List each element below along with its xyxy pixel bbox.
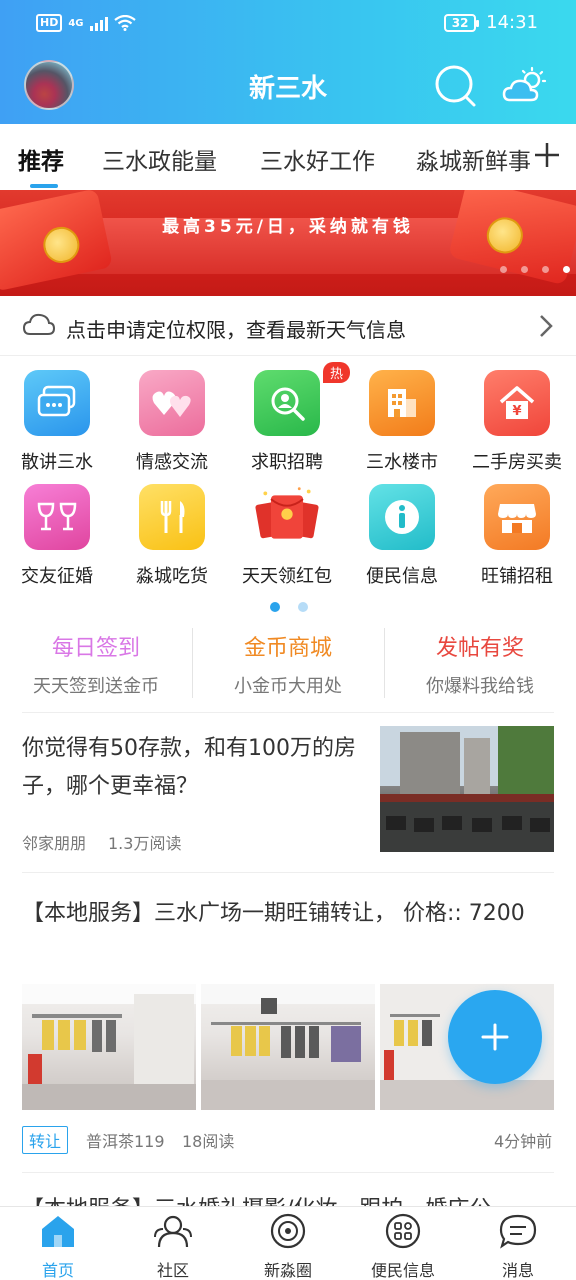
- community-icon: [154, 1215, 192, 1248]
- job-search-icon: 热: [254, 362, 350, 436]
- svg-text:¥: ¥: [512, 404, 521, 419]
- grid-item-chat[interactable]: 散讲三水: [2, 370, 112, 474]
- nav-community[interactable]: 社区: [125, 1213, 221, 1280]
- info-icon: [369, 484, 435, 550]
- apps-icon: [385, 1213, 421, 1249]
- weather-icon[interactable]: [502, 66, 548, 106]
- banner-text: 最高35元/日，采纳就有钱: [162, 217, 414, 237]
- post-reward[interactable]: 发帖有奖 你爆料我给钱: [384, 630, 576, 700]
- create-post-button[interactable]: [448, 990, 542, 1084]
- weather-prompt-text: 点击申请定位权限，查看最新天气信息: [66, 318, 406, 342]
- nav-label: 新淼圈: [263, 1261, 312, 1280]
- search-icon[interactable]: [434, 64, 478, 108]
- grid-label: 淼城吃货: [136, 566, 208, 587]
- grid-label: 天天领红包: [242, 566, 332, 587]
- nav-label: 首页: [41, 1261, 74, 1280]
- grid-item-jobs[interactable]: 热 求职招聘: [232, 362, 350, 474]
- nav-label: 便民信息: [370, 1261, 435, 1280]
- nav-circle[interactable]: 新淼圈: [240, 1213, 336, 1280]
- daily-checkin[interactable]: 每日签到 天天签到送金币: [0, 630, 192, 700]
- grid-label: 交友征婚: [21, 566, 93, 587]
- grid-item-dating[interactable]: 交友征婚: [2, 484, 112, 588]
- feature-subtitle: 天天签到送金币: [33, 676, 159, 697]
- article-thumbnail[interactable]: [380, 726, 554, 852]
- nav-label: 社区: [156, 1261, 189, 1280]
- tab-recommend[interactable]: 推荐: [18, 142, 64, 176]
- red-envelope-icon: [254, 484, 320, 550]
- page-title: 新三水: [248, 74, 327, 104]
- grid-label: 散讲三水: [21, 452, 93, 473]
- grid-label: 二手房买卖: [472, 452, 562, 473]
- message-icon: [499, 1214, 537, 1249]
- tab-sanshui-positive[interactable]: 三水政能量: [102, 142, 217, 176]
- banner-pagination: [500, 266, 570, 273]
- chevron-right-icon: [540, 315, 553, 337]
- clock: 14:31: [486, 12, 538, 33]
- promo-banner[interactable]: [0, 190, 576, 296]
- feature-title: 每日签到: [51, 636, 140, 661]
- wine-glasses-icon: [24, 484, 90, 550]
- top-header: HD 4G 32 14:31 新三水: [0, 0, 576, 124]
- grid-pagination: [270, 602, 308, 612]
- tab-miaocheng-news[interactable]: 淼城新鲜事: [416, 142, 531, 176]
- article-author: 普洱茶119: [86, 1132, 165, 1151]
- nav-convenience[interactable]: 便民信息: [355, 1213, 451, 1280]
- article-reads: 1.3万阅读: [108, 834, 182, 853]
- network-type: 4G: [68, 17, 84, 29]
- wifi-icon: [113, 15, 136, 31]
- cloud-icon: [22, 313, 56, 335]
- article-image[interactable]: [22, 984, 196, 1110]
- article-title[interactable]: 【本地服务】三水广场一期旺铺转让， 价格:: 7200: [22, 896, 542, 932]
- grid-label: 便民信息: [366, 566, 438, 587]
- red-envelope-icon: [0, 190, 114, 292]
- channel-tabs: 推荐 三水政能量 三水好工作 淼城新鲜事: [0, 124, 576, 190]
- article-image[interactable]: [201, 984, 375, 1110]
- grid-label: 求职招聘: [251, 452, 323, 473]
- nav-messages[interactable]: 消息: [470, 1213, 566, 1280]
- feature-subtitle: 小金币大用处: [234, 676, 342, 697]
- grid-label: 情感交流: [136, 452, 208, 473]
- coin-mall[interactable]: 金币商城 小金币大用处: [192, 630, 384, 700]
- grid-label: 旺铺招租: [481, 566, 553, 587]
- feature-title: 金币商城: [243, 636, 332, 661]
- feature-subtitle: 你爆料我给钱: [426, 676, 534, 697]
- hot-badge: 热: [322, 362, 350, 383]
- grid-item-second-hand-house[interactable]: ¥ 二手房买卖: [462, 370, 572, 474]
- building-icon: [369, 370, 435, 436]
- feature-title: 发帖有奖: [435, 636, 524, 661]
- home-icon: [42, 1216, 74, 1247]
- grid-item-convenience[interactable]: 便民信息: [347, 484, 457, 588]
- grid-label: 三水楼市: [366, 452, 438, 473]
- tab-sanshui-jobs[interactable]: 三水好工作: [260, 142, 375, 176]
- hd-indicator: HD: [36, 14, 63, 32]
- article-author: 邻家朋朋: [22, 834, 87, 853]
- category-tag: 转让: [22, 1126, 69, 1154]
- chat-bubbles-icon: [24, 370, 90, 436]
- fork-knife-icon: [139, 484, 205, 550]
- battery-icon: 32: [444, 13, 480, 32]
- shop-icon: [484, 484, 550, 550]
- article-title[interactable]: 你觉得有50存款，和有100万的房子，哪个更幸福？: [22, 730, 372, 806]
- active-tab-indicator: [30, 184, 58, 188]
- grid-item-emotion[interactable]: 情感交流: [117, 370, 227, 474]
- nav-label: 消息: [501, 1261, 534, 1280]
- status-bar: HD 4G 32 14:31: [0, 0, 576, 48]
- hearts-icon: [139, 370, 205, 436]
- nav-home[interactable]: 首页: [10, 1213, 106, 1280]
- article-time: 4分钟前: [494, 1132, 553, 1151]
- house-price-icon: ¥: [484, 370, 550, 436]
- add-tab-icon[interactable]: [532, 140, 562, 170]
- bottom-navigation: 首页 社区 新淼圈 便民信息 消息: [0, 1206, 576, 1280]
- plus-icon: [481, 1023, 509, 1051]
- grid-item-red-packet[interactable]: 天天领红包: [232, 484, 342, 588]
- circle-icon: [270, 1213, 306, 1249]
- grid-item-property[interactable]: 三水楼市: [347, 370, 457, 474]
- app-screen: HD 4G 32 14:31 新三水 推荐 三水政能量 三水好工作 淼城新鲜事 …: [0, 0, 576, 1280]
- weather-prompt-row[interactable]: 点击申请定位权限，查看最新天气信息: [0, 296, 576, 356]
- signal-icon: [89, 15, 108, 31]
- grid-item-shop-rent[interactable]: 旺铺招租: [462, 484, 572, 588]
- article-title[interactable]: 【本地服务】三水婚礼摄影/化妆，跟拍，婚庆公: [22, 1192, 562, 1206]
- article-reads: 18阅读: [182, 1132, 235, 1151]
- grid-item-food[interactable]: 淼城吃货: [117, 484, 227, 588]
